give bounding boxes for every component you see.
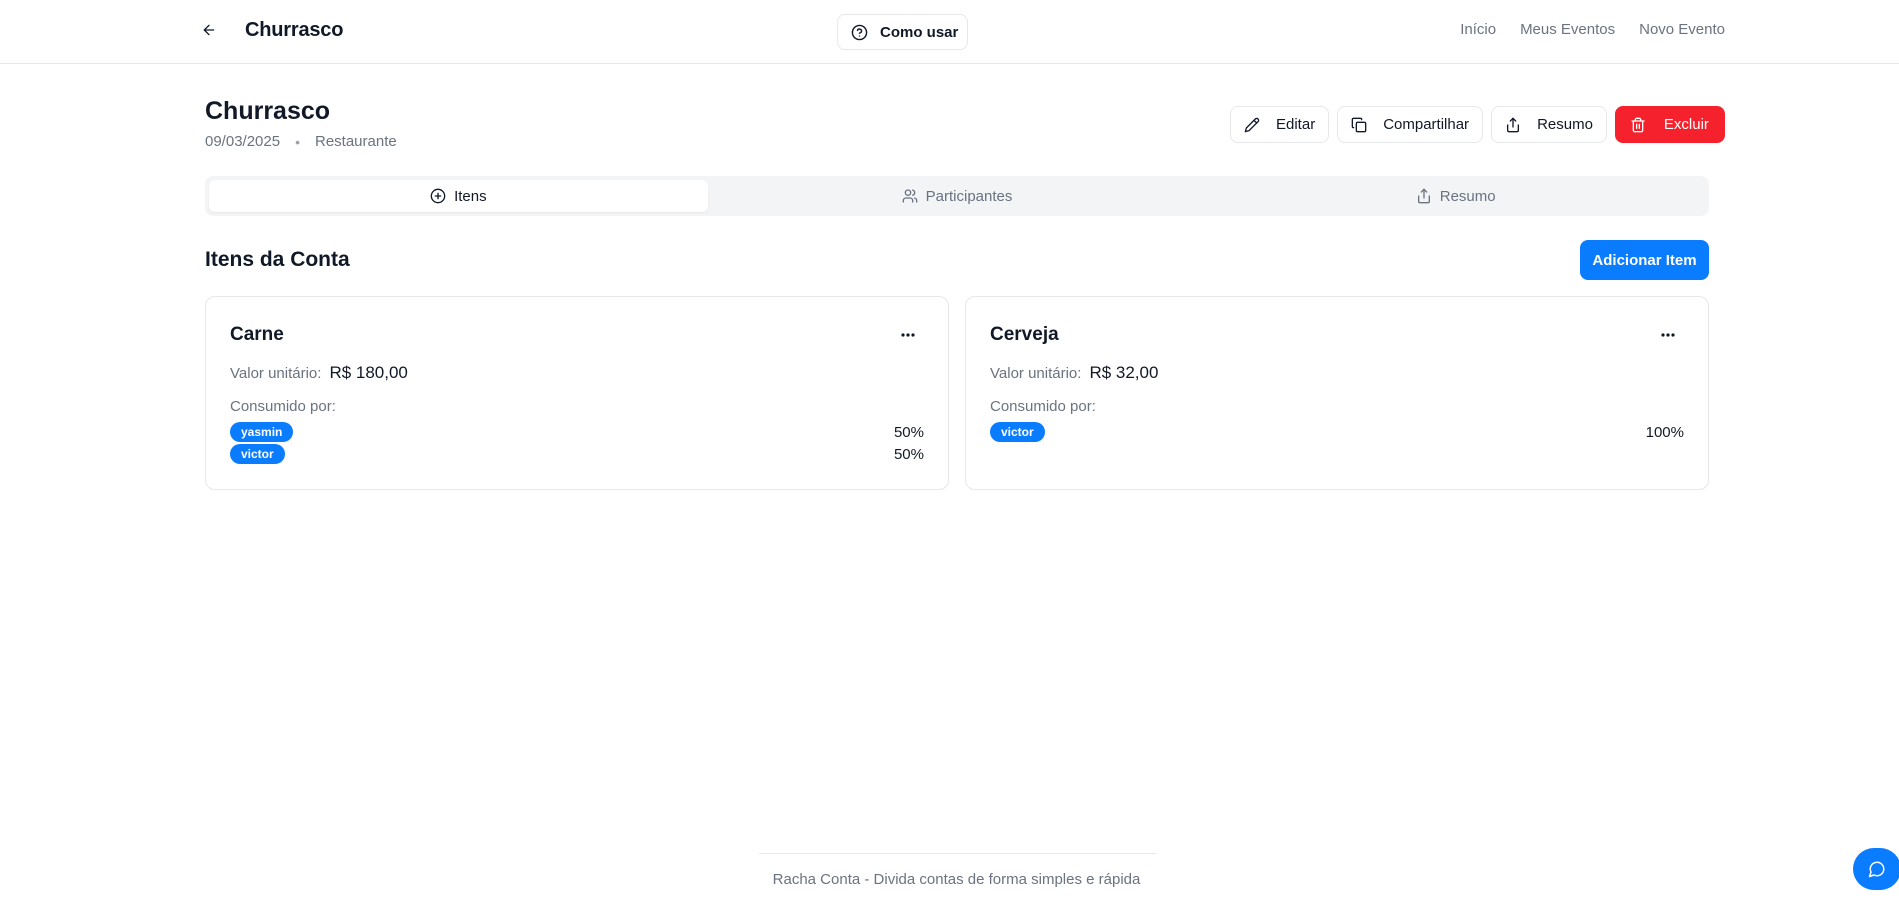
event-place: Restaurante [314,133,397,150]
tabs: Itens Participantes Resumo [205,176,1709,216]
delete-label: Excluir [1663,116,1709,133]
consumer-percent: 50% [893,445,924,463]
more-options-button[interactable] [1658,327,1678,343]
consumer-badge: victor [230,444,285,464]
summary-button[interactable]: Resumo [1491,106,1607,143]
footer-divider [759,853,1156,854]
item-card-cerveja: Cerveja Valor unitário: R$ 32,00 Consumi… [965,296,1709,490]
more-horizontal-icon [1661,333,1675,337]
consumer-row: yasmin 50% [230,421,924,443]
consumer-badge: victor [990,422,1045,442]
price-label: Valor unitário: [230,365,322,382]
price-value: R$ 180,00 [329,363,408,382]
tab-items-label: Itens [454,187,487,205]
tab-summary[interactable]: Resumo [1206,180,1705,212]
consumer-row: victor 100% [990,421,1684,443]
price-row: Valor unitário: R$ 32,00 [990,363,1158,383]
price-row: Valor unitário: R$ 180,00 [230,363,408,383]
consumer-badge: yasmin [230,422,294,442]
consumer-list: yasmin 50% victor 50% [230,421,924,465]
share-icon [1505,117,1521,133]
consumer-list: victor 100% [990,421,1684,443]
consumer-row: victor 50% [230,443,924,465]
chat-button[interactable] [1853,848,1899,890]
price-value: R$ 32,00 [1089,363,1159,382]
plus-circle-icon [430,188,446,204]
trash-icon [1630,117,1646,133]
edit-button[interactable]: Editar [1230,106,1330,143]
item-card-carne: Carne Valor unitário: R$ 180,00 Consumid… [205,296,949,490]
item-name: Cerveja [990,324,1059,345]
footer-text: Racha Conta - Divida contas de forma sim… [772,871,1141,888]
tab-participants[interactable]: Participantes [708,180,1207,212]
price-label: Valor unitário: [990,365,1082,382]
consumer-percent: 50% [893,423,924,441]
arrow-left-icon [201,22,217,38]
consumer-percent: 100% [1645,423,1684,441]
more-horizontal-icon [901,333,915,337]
add-item-button[interactable]: Adicionar Item [1580,240,1709,280]
summary-label: Resumo [1537,116,1593,133]
tab-participants-label: Participantes [925,187,1013,205]
more-options-button[interactable] [898,327,918,343]
item-name: Carne [230,324,284,345]
top-nav-links: Início Meus Eventos Novo Evento [1460,21,1725,38]
back-button[interactable] [198,19,220,41]
delete-button[interactable]: Excluir [1614,106,1725,143]
nav-link-home[interactable]: Início [1460,21,1496,38]
copy-icon [1351,117,1367,133]
edit-label: Editar [1276,116,1316,133]
help-circle-icon [851,24,868,41]
share-label: Compartilhar [1383,116,1470,133]
pencil-icon [1244,117,1260,133]
tab-items[interactable]: Itens [209,180,708,212]
how-to-use-label: Como usar [880,23,959,41]
event-actions: Editar Compartilhar Resumo Excluir [1230,106,1725,143]
event-title: Churrasco [205,97,331,125]
meta-separator: • [295,133,300,150]
event-meta: 09/03/2025 • Restaurante [205,133,397,150]
nav-link-my-events[interactable]: Meus Eventos [1520,21,1615,38]
consumed-label: Consumido por: [230,398,336,415]
share-button[interactable]: Compartilhar [1337,106,1484,143]
users-icon [902,188,918,204]
how-to-use-button[interactable]: Como usar [837,14,968,50]
top-navbar: Churrasco Como usar Início Meus Eventos … [0,0,1899,64]
share-icon [1416,188,1432,204]
consumed-label: Consumido por: [990,398,1096,415]
section-title: Itens da Conta [205,248,350,271]
event-date: 09/03/2025 [205,133,281,150]
tab-summary-label: Resumo [1439,187,1496,205]
nav-link-new-event[interactable]: Novo Evento [1639,21,1725,38]
chat-bubble-icon [1868,860,1886,878]
app-title: Churrasco [245,19,344,41]
